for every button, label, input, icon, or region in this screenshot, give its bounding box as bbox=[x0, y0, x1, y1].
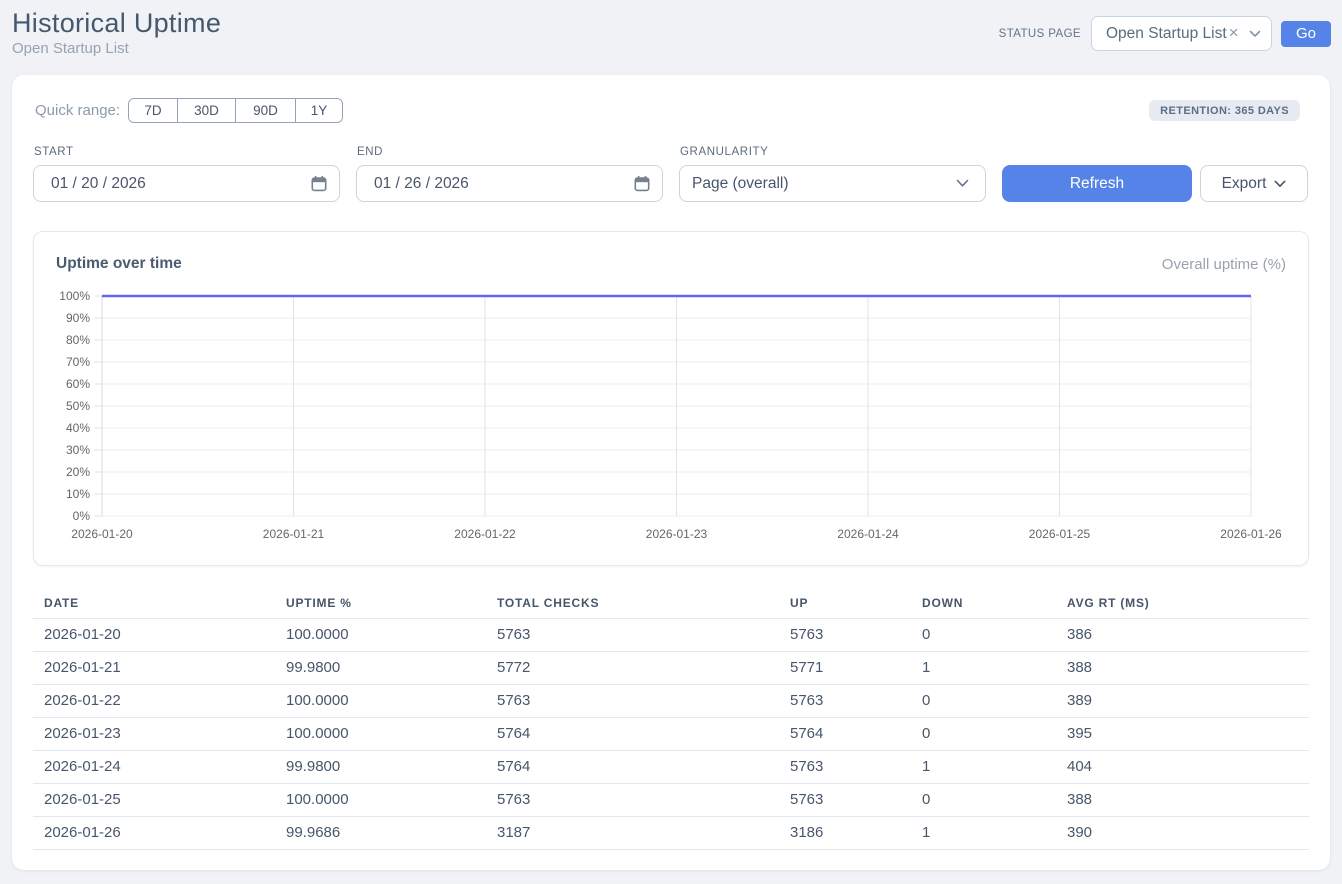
svg-text:2026-01-23: 2026-01-23 bbox=[646, 527, 708, 541]
svg-text:80%: 80% bbox=[66, 333, 90, 347]
svg-text:0%: 0% bbox=[73, 509, 91, 523]
svg-text:2026-01-24: 2026-01-24 bbox=[837, 527, 899, 541]
svg-text:90%: 90% bbox=[66, 311, 90, 325]
svg-text:30%: 30% bbox=[66, 443, 90, 457]
svg-text:2026-01-26: 2026-01-26 bbox=[1220, 527, 1282, 541]
svg-text:60%: 60% bbox=[66, 377, 90, 391]
svg-text:70%: 70% bbox=[66, 355, 90, 369]
svg-text:100%: 100% bbox=[59, 289, 90, 303]
svg-text:50%: 50% bbox=[66, 399, 90, 413]
svg-text:2026-01-21: 2026-01-21 bbox=[263, 527, 325, 541]
svg-text:40%: 40% bbox=[66, 421, 90, 435]
svg-text:10%: 10% bbox=[66, 487, 90, 501]
svg-text:2026-01-22: 2026-01-22 bbox=[454, 527, 516, 541]
svg-text:20%: 20% bbox=[66, 465, 90, 479]
svg-text:2026-01-25: 2026-01-25 bbox=[1029, 527, 1091, 541]
svg-text:2026-01-20: 2026-01-20 bbox=[71, 527, 133, 541]
